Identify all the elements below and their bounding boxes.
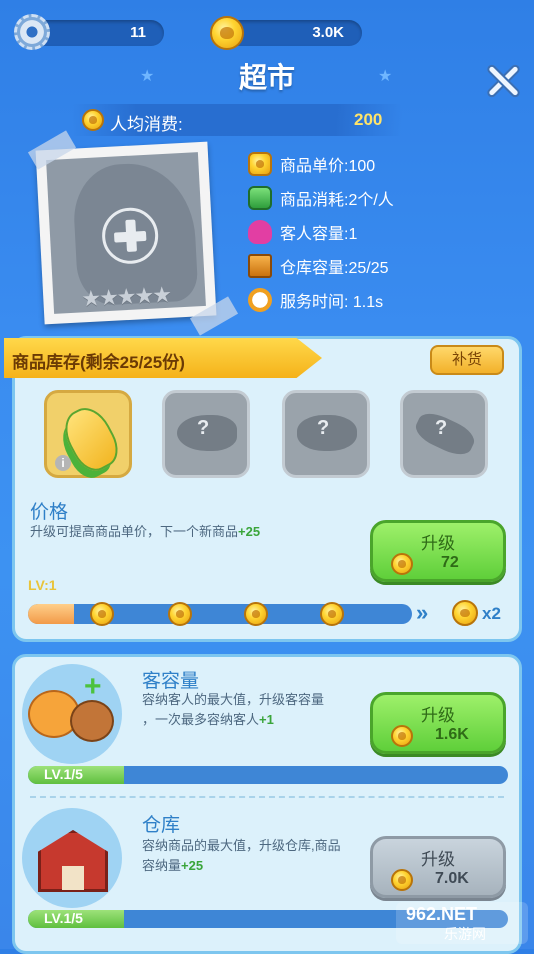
warehouse-desc-bonus: +25 xyxy=(181,858,204,873)
divider xyxy=(30,796,504,798)
stopwatch-icon xyxy=(248,288,272,312)
capacity-title: 客容量 xyxy=(142,671,200,692)
milestone-coin-icon xyxy=(168,602,192,626)
warehouse-desc-line2: 容纳量+25 xyxy=(142,856,341,876)
customer-icon xyxy=(248,220,272,244)
price-upgrade-button[interactable]: 升级 72 xyxy=(370,520,506,582)
upgrade-cost: 72 xyxy=(441,554,459,571)
milestone-coin-icon xyxy=(320,602,344,626)
info-icon[interactable]: i xyxy=(55,455,71,471)
stat-unit-price: 商品单价:100 xyxy=(248,151,375,177)
price-level: LV:1 xyxy=(28,577,57,593)
coin-icon xyxy=(210,16,244,50)
close-icon[interactable] xyxy=(484,62,522,100)
capacity-desc-line2: ，一次最多容纳客人+1 xyxy=(142,710,324,730)
stat-consumption: 商品消耗:2个/人 xyxy=(248,185,394,211)
question-mark-icon: ? xyxy=(435,417,448,439)
warehouse-upgrade-button[interactable]: 升级 7.0K xyxy=(370,836,506,898)
restock-button[interactable]: 补货 xyxy=(430,345,504,375)
coin-icon xyxy=(82,109,104,131)
inventory-panel xyxy=(12,336,522,642)
watermark-subtext: 乐游网 xyxy=(444,926,486,942)
upgrade-label: 升级 xyxy=(421,706,455,725)
stat-text: 商品单价:100 xyxy=(280,158,376,175)
stat-text: 客人容量:1 xyxy=(280,226,358,243)
item-slot-corn[interactable]: i xyxy=(44,390,132,478)
coin-icon xyxy=(391,869,413,891)
warehouse-title: 仓库 xyxy=(142,815,181,836)
price-title: 价格 xyxy=(30,502,69,523)
stat-text: 服务时间: 1.1s xyxy=(280,294,384,311)
warehouse-avatar xyxy=(22,808,122,908)
level-value: 11 xyxy=(130,24,146,41)
milestone-coin-icon xyxy=(244,602,268,626)
upgrade-label: 升级 xyxy=(421,850,455,869)
question-mark-icon: ? xyxy=(317,417,330,439)
question-mark-icon: ? xyxy=(197,417,210,439)
bear-face-icon xyxy=(70,700,114,742)
coin-icon xyxy=(452,600,478,626)
price-desc-bonus: +25 xyxy=(238,524,261,539)
coins-value: 3.0K xyxy=(312,24,344,41)
gear-icon[interactable] xyxy=(14,14,50,50)
capacity-desc: 容纳客人的最大值，升级客容量 ，一次最多容纳客人+1 xyxy=(142,690,324,730)
plus-icon: + xyxy=(84,670,102,703)
price-desc-text: 升级可提高商品单价，下一个新商品 xyxy=(30,524,239,539)
barn-door-icon xyxy=(62,866,84,890)
price-multiplier: x2 xyxy=(482,604,501,623)
watermark-logo: 962.NET 乐游网 xyxy=(396,902,528,944)
stat-text: 仓库容量:25/25 xyxy=(280,260,389,277)
customer-capacity-avatar: + xyxy=(22,664,122,764)
inventory-title: 商品库存(剩余25/25份) xyxy=(12,353,185,372)
item-slot-locked-mushroom[interactable]: ? xyxy=(282,390,370,478)
warehouse-level: LV.1/5 xyxy=(44,910,83,926)
stat-customer-capacity: 客人容量:1 xyxy=(248,219,357,245)
rating-stars-icon: ★★★★★ xyxy=(80,281,171,312)
coin-icon xyxy=(391,725,413,747)
upgrade-cost: 1.6K xyxy=(435,726,469,743)
price-progress-bar xyxy=(28,604,412,624)
shop-photo-placeholder: ★★★★★ xyxy=(46,152,206,314)
upgrade-cost: 7.0K xyxy=(435,870,469,887)
capacity-desc-line1: 容纳客人的最大值，升级客容量 xyxy=(142,692,325,707)
double-chevron-right-icon: » xyxy=(416,600,429,625)
item-slot-locked-sausage[interactable]: ? xyxy=(400,390,488,478)
price-desc: 升级可提高商品单价，下一个新商品+25 xyxy=(30,522,260,542)
warehouse-desc-line1: 容纳商品的最大值，升级仓库,商品 xyxy=(142,838,341,853)
shop-photo-frame[interactable]: ★★★★★ xyxy=(35,141,217,325)
capacity-level-bar xyxy=(28,766,508,784)
capacity-desc-line2-text: ，一次最多容纳客人 xyxy=(142,712,260,727)
price-progress-fill xyxy=(28,604,75,624)
watermark-text: 962.NET xyxy=(406,904,478,924)
avg-spend-value: 200 xyxy=(354,110,383,129)
stat-text: 商品消耗:2个/人 xyxy=(280,192,394,209)
capacity-desc-bonus: +1 xyxy=(259,712,274,727)
stat-warehouse: 仓库容量:25/25 xyxy=(248,253,389,279)
milestone-coin-icon xyxy=(90,602,114,626)
capacity-upgrade-button[interactable]: 升级 1.6K xyxy=(370,692,506,754)
stat-service-time: 服务时间: 1.1s xyxy=(248,287,383,313)
page-title: 超市 xyxy=(238,62,295,93)
item-slot-locked-fish[interactable]: ? xyxy=(162,390,250,478)
capacity-level: LV.1/5 xyxy=(44,766,83,782)
warehouse-desc-line2-text: 容纳量 xyxy=(142,858,182,873)
coin-icon xyxy=(391,553,413,575)
crate-icon xyxy=(248,254,272,278)
coin-icon xyxy=(248,152,272,176)
basket-icon xyxy=(248,186,272,210)
warehouse-desc: 容纳商品的最大值，升级仓库,商品 容纳量+25 xyxy=(142,836,341,876)
upgrade-label: 升级 xyxy=(421,534,455,553)
avg-spend-label: 人均消费: xyxy=(110,115,183,134)
